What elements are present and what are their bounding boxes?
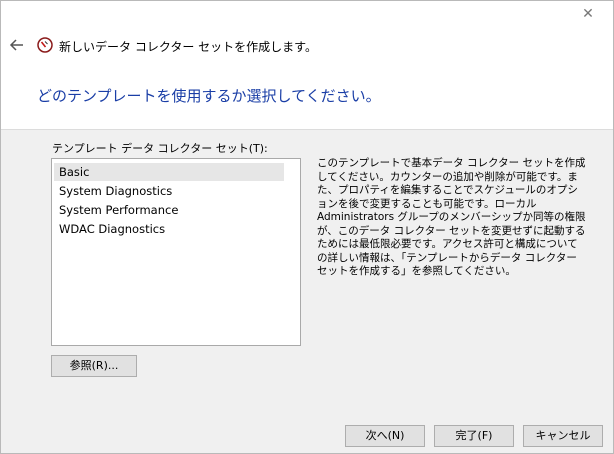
cancel-button[interactable]: キャンセル xyxy=(523,425,603,447)
browse-button[interactable]: 参照(R)... xyxy=(51,355,137,377)
finish-button[interactable]: 完了(F) xyxy=(434,425,514,447)
footer-bar xyxy=(1,414,613,453)
template-description: このテンプレートで基本データ コレクター セットを作成してください。カウンターの… xyxy=(317,157,586,277)
close-icon[interactable]: ✕ xyxy=(579,5,597,23)
page-heading: どのテンプレートを使用するか選択してください。 xyxy=(37,87,381,105)
list-item-system-diagnostics[interactable]: System Diagnostics xyxy=(54,182,284,200)
list-item-system-performance[interactable]: System Performance xyxy=(54,201,284,219)
list-item-wdac-diagnostics[interactable]: WDAC Diagnostics xyxy=(54,220,284,238)
next-button[interactable]: 次へ(N) xyxy=(345,425,425,447)
performance-monitor-icon xyxy=(37,37,53,53)
wizard-header: 新しいデータ コレクター セットを作成します。 xyxy=(1,33,613,61)
wizard-title: 新しいデータ コレクター セットを作成します。 xyxy=(59,40,317,54)
list-item-basic[interactable]: Basic xyxy=(54,163,284,181)
title-bar: ✕ xyxy=(1,1,613,33)
wizard-window: ✕ 新しいデータ コレクター セットを作成します。 どのテンプレートを使用するか… xyxy=(0,0,614,454)
back-arrow-icon[interactable] xyxy=(9,37,25,53)
template-list[interactable]: Basic System Diagnostics System Performa… xyxy=(51,158,301,346)
template-list-label: テンプレート データ コレクター セット(T): xyxy=(52,142,268,155)
